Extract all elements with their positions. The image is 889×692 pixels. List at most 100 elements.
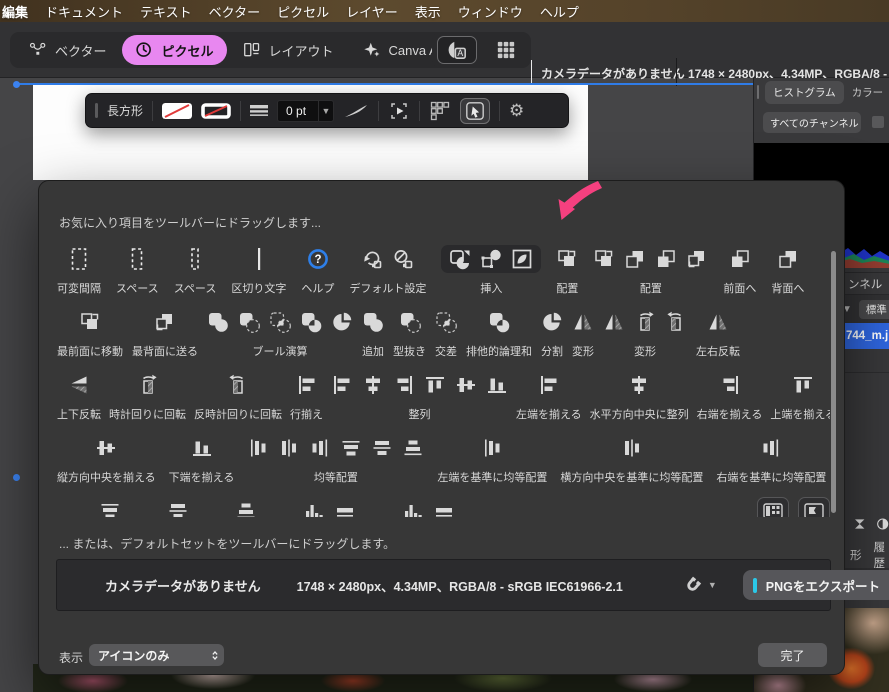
toolbar-item[interactable]: ブール演算 (207, 308, 353, 359)
toolbar-item[interactable]: 左端を基準に均等配置 (437, 434, 547, 485)
toolbar-item[interactable]: 最背面に送る (132, 308, 198, 359)
blend-mode-badge[interactable]: 標準 (859, 300, 889, 319)
toolbar-item[interactable] (757, 497, 830, 517)
toolbar-item[interactable]: 変形 (572, 308, 594, 359)
magnet-icon (683, 576, 702, 595)
hist-icon (303, 500, 325, 517)
toolbar-item[interactable]: ?ヘルプ (301, 245, 334, 296)
toolbar-item[interactable]: 前面へ (723, 245, 756, 296)
stroke-style-icon[interactable] (250, 104, 268, 118)
toolbar-item[interactable]: 挿入 (441, 245, 541, 296)
selection-handle[interactable] (13, 474, 20, 481)
tab-histogram[interactable]: ヒストグラム (765, 81, 844, 104)
menu-item-3[interactable]: ベクター (209, 2, 260, 21)
toolbar-item[interactable] (303, 497, 356, 517)
toolbar-item[interactable]: 区切り文字 (231, 245, 286, 296)
toolbar-item[interactable]: 横方向中央を基準に均等配置 (560, 434, 703, 485)
toolbar-item[interactable]: 時計回りに回転 (109, 371, 186, 422)
selection-handle[interactable] (13, 81, 20, 88)
toolbar-item[interactable]: 分割 (541, 308, 563, 359)
toolbar-item[interactable]: スペース (174, 245, 217, 296)
gear-icon[interactable]: ⚙ (509, 102, 524, 119)
app-toolbar: ベクターピクセルレイアウトCanva AI A カメラデータがありません 174… (0, 22, 889, 78)
menu-item-7[interactable]: ウィンドウ (458, 2, 523, 21)
hourglass-icon[interactable] (853, 515, 866, 533)
vector-persona-icon (29, 41, 48, 60)
snap-grid-icon[interactable] (429, 100, 451, 122)
contrast-circle-icon[interactable] (876, 515, 889, 533)
toolbar-item[interactable]: 下端を揃える (169, 434, 235, 485)
toolbar-item[interactable]: 均等配置 (247, 434, 424, 485)
tab-history[interactable]: 履歴 (874, 539, 889, 571)
stroke-swatch[interactable] (201, 103, 231, 119)
auto-select-toggle-button[interactable]: A (437, 36, 477, 64)
menu-bar: 編集ドキュメントテキストベクターピクセルレイヤー表示ウィンドウヘルプ (0, 0, 889, 22)
toolbar-item[interactable]: 反時計回りに回転 (194, 371, 282, 422)
updown-chevron-icon (210, 649, 220, 662)
grid-view-button[interactable] (486, 36, 526, 64)
toolbar-item[interactable]: 可変間隔 (57, 245, 101, 296)
toolbar-item[interactable] (402, 497, 455, 517)
dialog-scrollbar[interactable] (831, 251, 836, 513)
toolbar-item-label: 区切り文字 (231, 280, 286, 296)
toolbar-item[interactable]: 配置 (593, 245, 708, 296)
toolbar-item[interactable]: 縦方向中央を揃える (57, 434, 156, 485)
toolbar-item[interactable]: 左右反転 (696, 308, 740, 359)
menu-item-2[interactable]: テキスト (140, 2, 192, 21)
menu-item-8[interactable]: ヘルプ (540, 2, 579, 21)
toolbar-item[interactable]: 水平方向中央に整列 (590, 371, 689, 422)
transform-mode-icon[interactable] (388, 100, 410, 122)
show-mode-select[interactable]: アイコンのみ (89, 644, 224, 666)
channel-selector[interactable]: すべてのチャンネル (763, 112, 861, 133)
toolbar-item[interactable]: 右端を基準に均等配置 (716, 434, 826, 485)
menu-item-4[interactable]: ピクセル (277, 2, 329, 21)
toolbar-item[interactable] (235, 497, 257, 517)
panel-drag-handle[interactable] (757, 85, 759, 99)
default-toolbar-set[interactable]: カメラデータがありません 1748 × 2480px、4.34MP、RGBA/8… (56, 559, 831, 611)
menu-item-6[interactable]: 表示 (415, 2, 441, 21)
fill-swatch[interactable] (162, 103, 192, 119)
pressure-curve-icon[interactable] (343, 103, 369, 119)
persona-pixel[interactable]: ピクセル (122, 35, 226, 65)
toolbar-drag-handle[interactable] (95, 103, 98, 118)
toolbar-item[interactable]: 最前面に移動 (57, 308, 123, 359)
toolbar-item[interactable]: 整列 (331, 371, 508, 422)
toolbar-item[interactable]: デフォルト設定 (349, 245, 426, 296)
toolbar-item[interactable]: 排他的論理和 (466, 308, 532, 359)
persona-vector[interactable]: ベクター (16, 35, 119, 65)
snapping-control[interactable]: ▼ (683, 576, 717, 595)
bool-intersect-icon (269, 311, 291, 333)
persona-layout[interactable]: レイアウト (230, 35, 347, 65)
tab-color[interactable]: カラー (850, 81, 886, 104)
tab-shape[interactable]: 形 (850, 547, 862, 563)
toolbar-item[interactable]: 左端を揃える (516, 371, 582, 422)
menu-item-1[interactable]: ドキュメント (45, 2, 123, 21)
toolbar-item[interactable] (167, 497, 189, 517)
align-left-icon (331, 374, 353, 396)
toolbar-item[interactable]: 行揃え (290, 371, 323, 422)
chevron-down-icon[interactable]: ▼ (318, 100, 333, 122)
histogram-checkbox[interactable] (871, 115, 885, 129)
marquee-select-button[interactable] (460, 98, 490, 124)
toolbar-item[interactable]: 上下反転 (57, 371, 101, 422)
toolbar-item[interactable]: 背面へ (771, 245, 804, 296)
toolbar-item[interactable]: 配置 (556, 245, 578, 296)
menu-item-0[interactable]: 編集 (2, 2, 28, 21)
toolbar-item[interactable]: 型抜き (393, 308, 426, 359)
toolbar-item-label: 左右反転 (696, 343, 740, 359)
toolbar-item[interactable] (99, 497, 121, 517)
toolbar-item[interactable]: 交差 (435, 308, 457, 359)
done-button[interactable]: 完了 (758, 643, 827, 667)
menu-item-5[interactable]: レイヤー (346, 2, 398, 21)
toolbar-item[interactable]: 上端を揃える (770, 371, 830, 422)
toolbar-item[interactable]: スペース (116, 245, 159, 296)
toolbar-item[interactable]: 変形 (603, 308, 687, 359)
toolbar-item[interactable]: 追加 (362, 308, 384, 359)
default-doc-info: 1748 × 2480px、4.34MP、RGBA/8 - sRGB IEC61… (297, 576, 623, 595)
export-png-button[interactable]: PNGをエクスポート (743, 570, 889, 600)
stroke-width-select[interactable]: 0 pt ▼ (277, 100, 334, 122)
persona-label: ピクセル (161, 41, 213, 60)
toolbar-item[interactable]: 右端を揃える (697, 371, 763, 422)
divider (152, 101, 153, 121)
chevron-down-icon[interactable]: ▼ (708, 580, 717, 590)
